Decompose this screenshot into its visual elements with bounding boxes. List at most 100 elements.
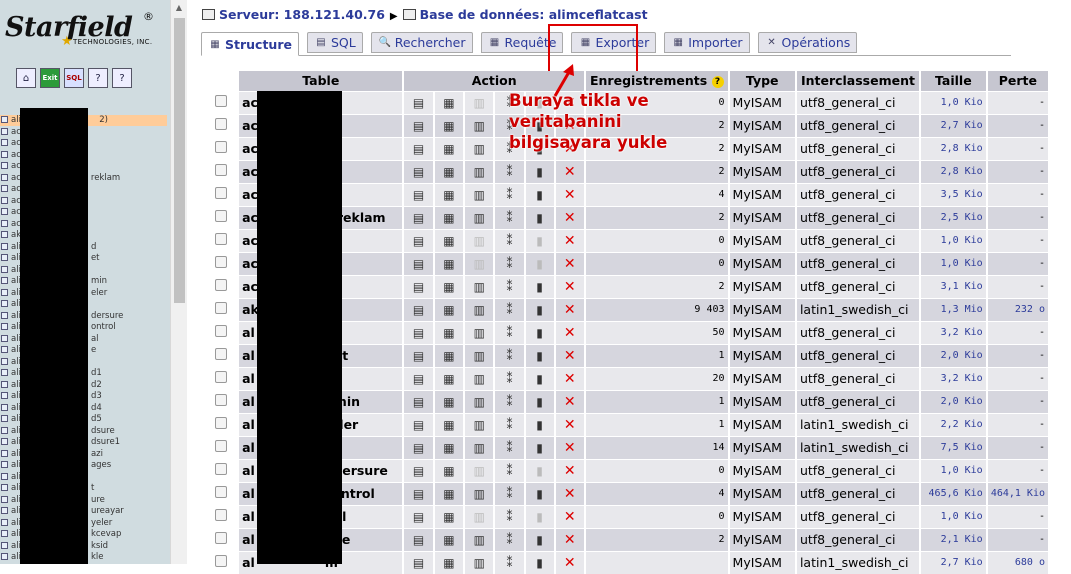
empty-icon[interactable]: ▮ — [523, 274, 555, 298]
drop-icon[interactable]: ✕ — [553, 527, 585, 551]
structure-icon[interactable]: ▦ — [432, 412, 465, 436]
row-checkbox[interactable] — [214, 463, 227, 475]
insert-icon[interactable]: ⁑ — [493, 504, 525, 528]
drop-icon[interactable]: ✕ — [553, 320, 585, 344]
table-size[interactable]: 3,5 Kio — [918, 182, 987, 206]
drop-icon[interactable]: ✕ — [553, 251, 585, 275]
browse-icon[interactable]: ▤ — [402, 320, 434, 344]
search-icon[interactable]: ▥ — [463, 527, 495, 551]
row-checkbox[interactable] — [214, 233, 227, 245]
search-icon[interactable]: ▥ — [463, 412, 495, 436]
search-icon[interactable]: ▥ — [463, 297, 495, 321]
insert-icon[interactable]: ⁑ — [493, 550, 525, 574]
drop-icon[interactable]: ✕ — [553, 297, 585, 321]
nav-item[interactable]: ac — [0, 219, 21, 230]
empty-icon[interactable]: ▮ — [523, 504, 555, 528]
browse-icon[interactable]: ▤ — [402, 389, 434, 413]
row-checkbox[interactable] — [214, 210, 227, 222]
header-collation[interactable]: Interclassement — [794, 71, 920, 91]
empty-icon[interactable]: ▮ — [523, 297, 555, 321]
row-checkbox[interactable] — [214, 509, 227, 521]
table-size[interactable]: 2,0 Kio — [918, 343, 987, 367]
table-size[interactable]: 2,7 Kio — [918, 550, 987, 574]
tab-structure[interactable]: ▦ Structure — [201, 32, 299, 56]
search-icon[interactable]: ▥ — [463, 113, 495, 137]
structure-icon[interactable]: ▦ — [432, 205, 465, 229]
row-checkbox[interactable] — [214, 417, 227, 429]
header-records[interactable]: Enregistrements ? — [583, 71, 729, 91]
browse-icon[interactable]: ▤ — [402, 90, 434, 114]
nav-item[interactable]: ac — [0, 207, 21, 218]
drop-icon[interactable]: ✕ — [553, 481, 585, 505]
drop-icon[interactable]: ✕ — [553, 550, 585, 574]
search-icon[interactable]: ▥ — [463, 182, 495, 206]
browse-icon[interactable]: ▤ — [402, 182, 434, 206]
nav-item[interactable]: ac — [0, 196, 21, 207]
row-checkbox[interactable] — [214, 440, 227, 452]
drop-icon[interactable]: ✕ — [553, 435, 585, 459]
structure-icon[interactable]: ▦ — [432, 343, 465, 367]
empty-icon[interactable]: ▮ — [523, 366, 555, 390]
table-size[interactable]: 2,8 Kio — [918, 136, 987, 160]
empty-icon[interactable]: ▮ — [523, 435, 555, 459]
search-icon[interactable]: ▥ — [463, 274, 495, 298]
row-checkbox[interactable] — [214, 486, 227, 498]
left-scrollbar[interactable]: ▲ — [170, 0, 187, 564]
drop-icon[interactable]: ✕ — [553, 458, 585, 482]
browse-icon[interactable]: ▤ — [402, 228, 434, 252]
search-icon[interactable]: ▥ — [463, 159, 495, 183]
browse-icon[interactable]: ▤ — [402, 343, 434, 367]
row-checkbox[interactable] — [214, 164, 227, 176]
structure-icon[interactable]: ▦ — [432, 481, 465, 505]
table-size[interactable]: 3,2 Kio — [918, 320, 987, 344]
table-size[interactable]: 1,0 Kio — [918, 228, 987, 252]
insert-icon[interactable]: ⁑ — [493, 435, 525, 459]
row-checkbox[interactable] — [214, 118, 227, 130]
structure-icon[interactable]: ▦ — [432, 297, 465, 321]
structure-icon[interactable]: ▦ — [432, 366, 465, 390]
nav-item[interactable]: ac — [0, 161, 21, 172]
insert-icon[interactable]: ⁑ — [493, 159, 525, 183]
row-checkbox[interactable] — [214, 279, 227, 291]
help-icon[interactable]: ? — [88, 68, 108, 88]
sql-icon[interactable]: SQL — [64, 68, 84, 88]
table-size[interactable]: 2,7 Kio — [918, 113, 987, 137]
search-icon[interactable]: ▥ — [463, 251, 495, 275]
row-checkbox[interactable] — [214, 371, 227, 383]
database-link[interactable]: Base de données: alimceflatcast — [420, 7, 648, 22]
structure-icon[interactable]: ▦ — [432, 113, 465, 137]
search-icon[interactable]: ▥ — [463, 90, 495, 114]
header-size[interactable]: Taille — [918, 71, 987, 91]
row-checkbox[interactable] — [214, 187, 227, 199]
structure-icon[interactable]: ▦ — [432, 136, 465, 160]
structure-icon[interactable]: ▦ — [432, 435, 465, 459]
search-icon[interactable]: ▥ — [463, 320, 495, 344]
scroll-thumb[interactable] — [174, 18, 185, 303]
browse-icon[interactable]: ▤ — [402, 159, 434, 183]
drop-icon[interactable]: ✕ — [553, 228, 585, 252]
nav-item[interactable]: ali — [0, 265, 21, 276]
help-icon[interactable]: ? — [711, 75, 724, 88]
insert-icon[interactable]: ⁑ — [493, 205, 525, 229]
empty-icon[interactable]: ▮ — [523, 251, 555, 275]
browse-icon[interactable]: ▤ — [402, 274, 434, 298]
browse-icon[interactable]: ▤ — [402, 527, 434, 551]
table-size[interactable]: 3,1 Kio — [918, 274, 987, 298]
structure-icon[interactable]: ▦ — [432, 274, 465, 298]
drop-icon[interactable]: ✕ — [553, 274, 585, 298]
insert-icon[interactable]: ⁑ — [493, 458, 525, 482]
scroll-up-icon[interactable]: ▲ — [171, 0, 187, 16]
insert-icon[interactable]: ⁑ — [493, 297, 525, 321]
tab-search[interactable]: 🔍 Rechercher — [370, 32, 473, 53]
structure-icon[interactable]: ▦ — [432, 90, 465, 114]
tab-import[interactable]: ▦ Importer — [664, 32, 750, 53]
nav-item[interactable]: ac — [0, 138, 21, 149]
structure-icon[interactable]: ▦ — [432, 182, 465, 206]
empty-icon[interactable]: ▮ — [523, 205, 555, 229]
empty-icon[interactable]: ▮ — [523, 550, 555, 574]
table-size[interactable]: 465,6 Kio — [918, 481, 987, 505]
insert-icon[interactable]: ⁑ — [493, 274, 525, 298]
search-icon[interactable]: ▥ — [463, 136, 495, 160]
search-icon[interactable]: ▥ — [463, 481, 495, 505]
insert-icon[interactable]: ⁑ — [493, 389, 525, 413]
